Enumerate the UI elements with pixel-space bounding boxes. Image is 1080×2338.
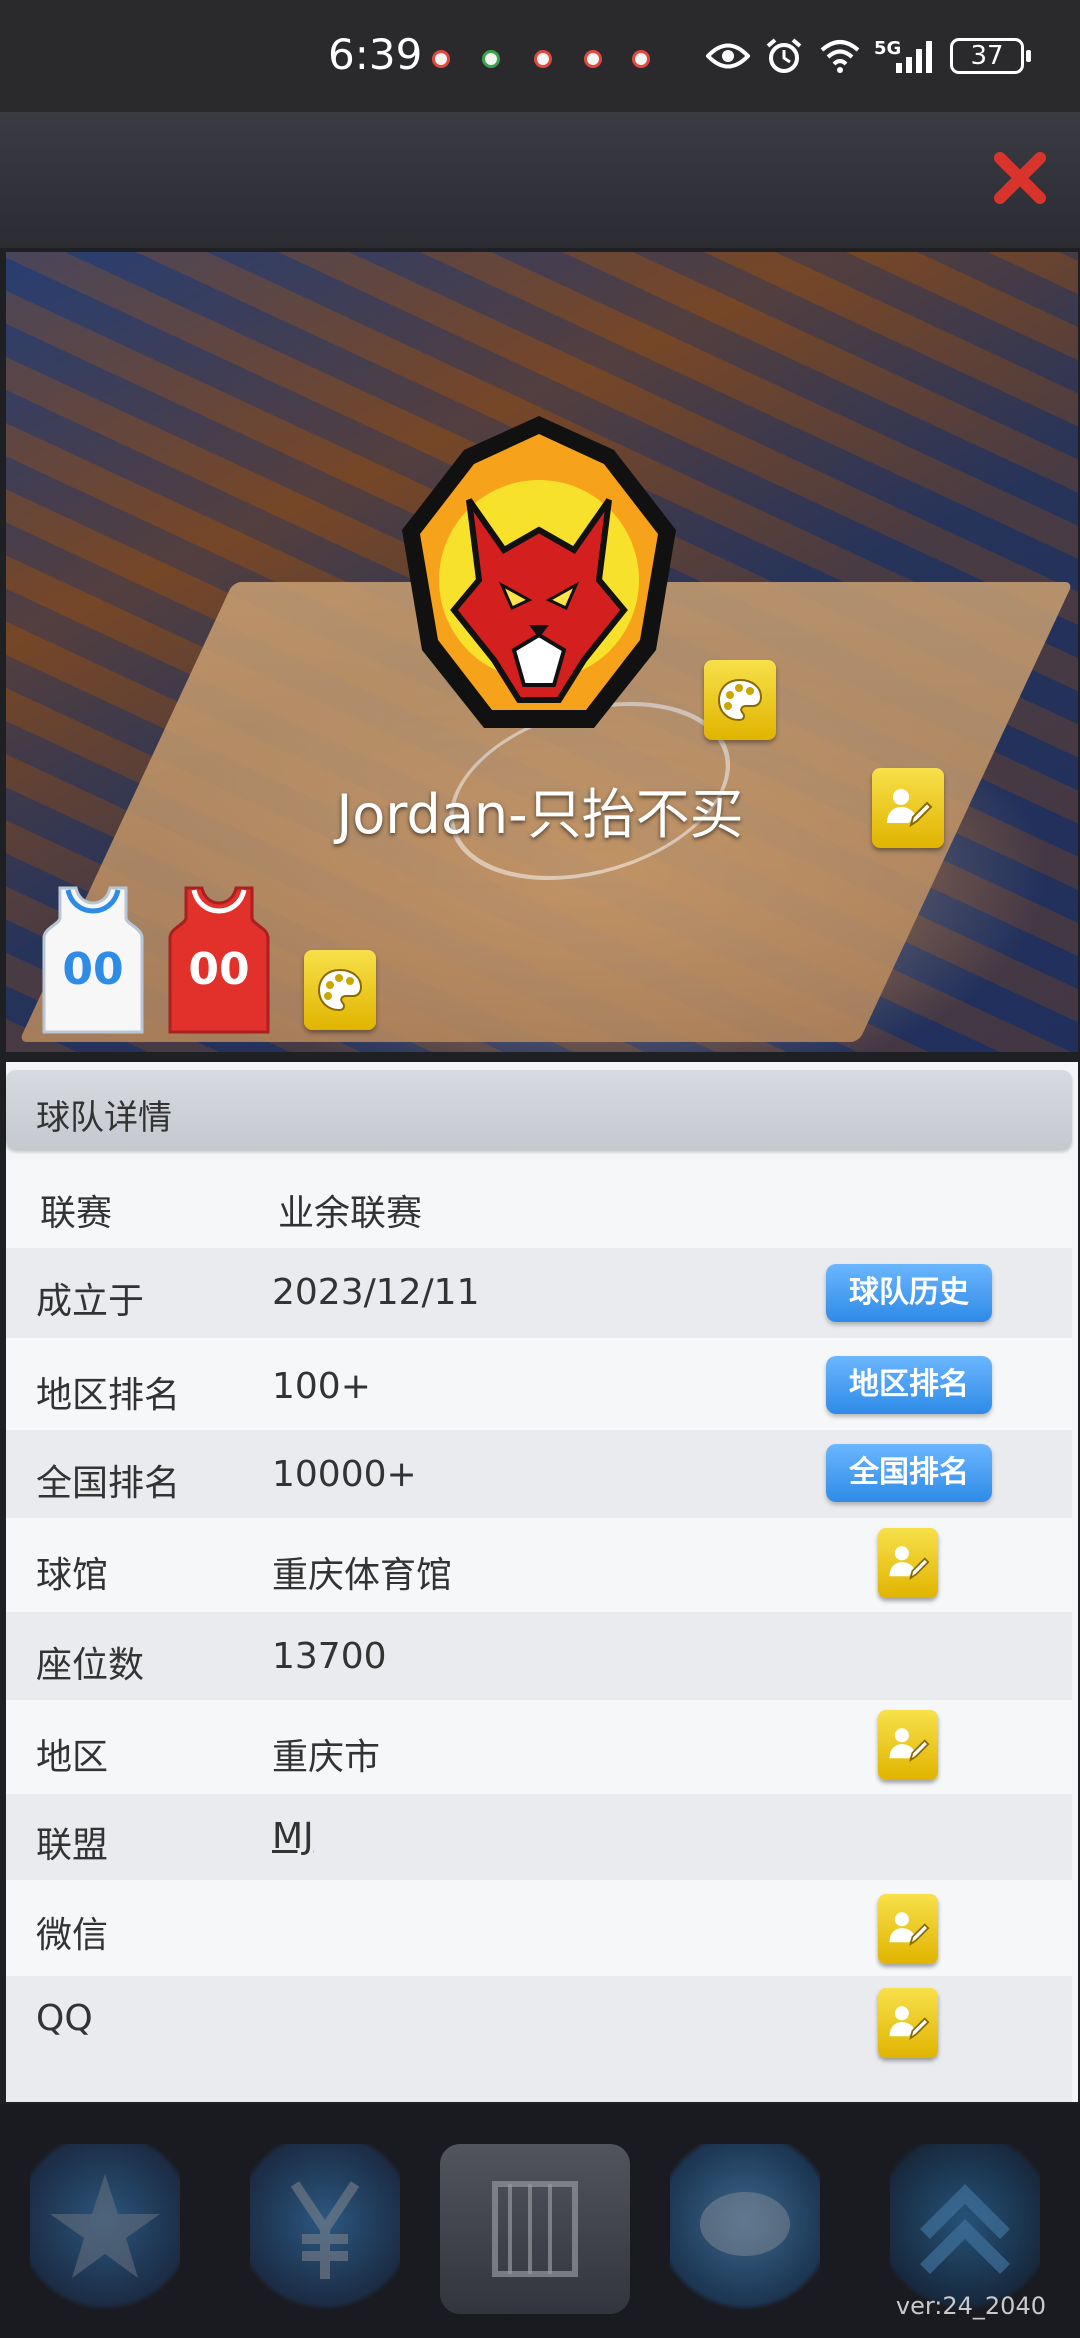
row-label: 微信	[36, 1915, 109, 1956]
status-time: 6:39	[328, 30, 423, 79]
detail-row-qq: QQ	[6, 1976, 1072, 2102]
chat-icon	[700, 2192, 790, 2256]
team-name: Jordan-只抬不买	[336, 783, 744, 846]
signal-icon	[892, 36, 936, 76]
row-label: 联盟	[36, 1825, 109, 1866]
close-button[interactable]	[990, 148, 1050, 208]
nav-item-team[interactable]	[440, 2144, 630, 2314]
section-header: 球队详情	[6, 1070, 1072, 1150]
notification-icon	[432, 50, 450, 68]
region-edit-button[interactable]	[878, 1710, 938, 1780]
row-value: 13700	[272, 1636, 387, 1677]
wechat-edit-button[interactable]	[878, 1894, 938, 1964]
row-value: 100+	[272, 1366, 371, 1407]
edit-user-icon	[887, 789, 933, 828]
edit-user-icon	[889, 1728, 930, 1762]
row-label: 球馆	[36, 1555, 109, 1596]
row-label: 地区	[36, 1737, 109, 1778]
alarm-icon	[762, 36, 806, 76]
away-jersey-number: 00	[188, 944, 249, 995]
nav-item-star[interactable]	[30, 2144, 180, 2314]
row-value: 2023/12/11	[272, 1272, 480, 1313]
detail-row-founded: 成立于 2023/12/11 球队历史	[6, 1248, 1072, 1338]
nav-item-chat[interactable]	[670, 2144, 820, 2314]
home-jersey-number: 00	[62, 944, 123, 995]
detail-row-national-rank: 全国排名 10000+ 全国排名	[6, 1430, 1072, 1518]
star-icon	[50, 2174, 160, 2278]
row-value: 10000+	[272, 1454, 417, 1495]
row-label: 全国排名	[36, 1463, 181, 1504]
detail-row-wechat: 微信	[6, 1880, 1072, 1976]
notification-icon	[482, 50, 500, 68]
notification-icon	[632, 50, 650, 68]
detail-row-arena: 球馆 重庆体育馆	[6, 1518, 1072, 1612]
row-label: QQ	[36, 1998, 93, 2039]
notification-icon	[584, 50, 602, 68]
edit-user-icon	[889, 1912, 930, 1946]
nav-item-finance[interactable]	[250, 2144, 400, 2314]
row-value: 重庆市	[272, 1737, 381, 1778]
wifi-icon	[818, 36, 862, 76]
palette-icon	[317, 968, 363, 1012]
detail-row-regional-rank: 地区排名 100+ 地区排名	[6, 1338, 1072, 1430]
top-bar	[0, 112, 1080, 248]
palette-icon	[717, 678, 763, 722]
qq-edit-button[interactable]	[878, 1988, 938, 2058]
edit-user-icon	[889, 2006, 930, 2040]
section-title: 球队详情	[36, 1098, 172, 1138]
row-value: 业余联赛	[278, 1193, 423, 1234]
status-bar: 6:39 5G 37	[0, 0, 1080, 112]
detail-row-seats: 座位数 13700	[6, 1612, 1072, 1700]
chevron-up-icon	[920, 2184, 1010, 2274]
team-name-edit-button[interactable]	[872, 768, 944, 848]
home-jersey[interactable]: 00	[38, 884, 148, 1036]
eye-icon	[706, 36, 750, 76]
detail-row-league: 联赛 业余联赛	[6, 1160, 1072, 1248]
battery-indicator: 37	[950, 38, 1031, 74]
row-label: 联赛	[40, 1193, 113, 1234]
regional-rank-button[interactable]: 地区排名	[826, 1356, 992, 1414]
nav-item-upgrade[interactable]	[890, 2144, 1040, 2314]
arena-edit-button[interactable]	[878, 1528, 938, 1598]
jersey-edit-button[interactable]	[304, 950, 376, 1030]
detail-row-region: 地区 重庆市	[6, 1700, 1072, 1794]
alliance-link[interactable]: MJ	[272, 1816, 314, 1857]
version-label: ver:24_2040	[895, 2292, 1046, 2320]
team-history-button[interactable]: 球队历史	[826, 1264, 992, 1322]
row-value: 重庆体育馆	[272, 1555, 453, 1596]
edit-user-icon	[889, 1546, 930, 1580]
detail-row-alliance: 联盟 MJ	[6, 1794, 1072, 1880]
yen-icon	[290, 2181, 360, 2279]
notification-icon	[534, 50, 552, 68]
logo-edit-button[interactable]	[704, 660, 776, 740]
bottom-nav: ver:24_2040	[0, 2104, 1080, 2338]
national-rank-button[interactable]: 全国排名	[826, 1444, 992, 1502]
away-jersey[interactable]: 00	[164, 884, 274, 1036]
row-label: 座位数	[36, 1645, 145, 1686]
team-logo[interactable]	[394, 410, 684, 740]
row-label: 成立于	[36, 1281, 145, 1322]
building-icon	[492, 2181, 578, 2277]
row-label: 地区排名	[36, 1375, 181, 1416]
close-icon	[994, 152, 1046, 204]
